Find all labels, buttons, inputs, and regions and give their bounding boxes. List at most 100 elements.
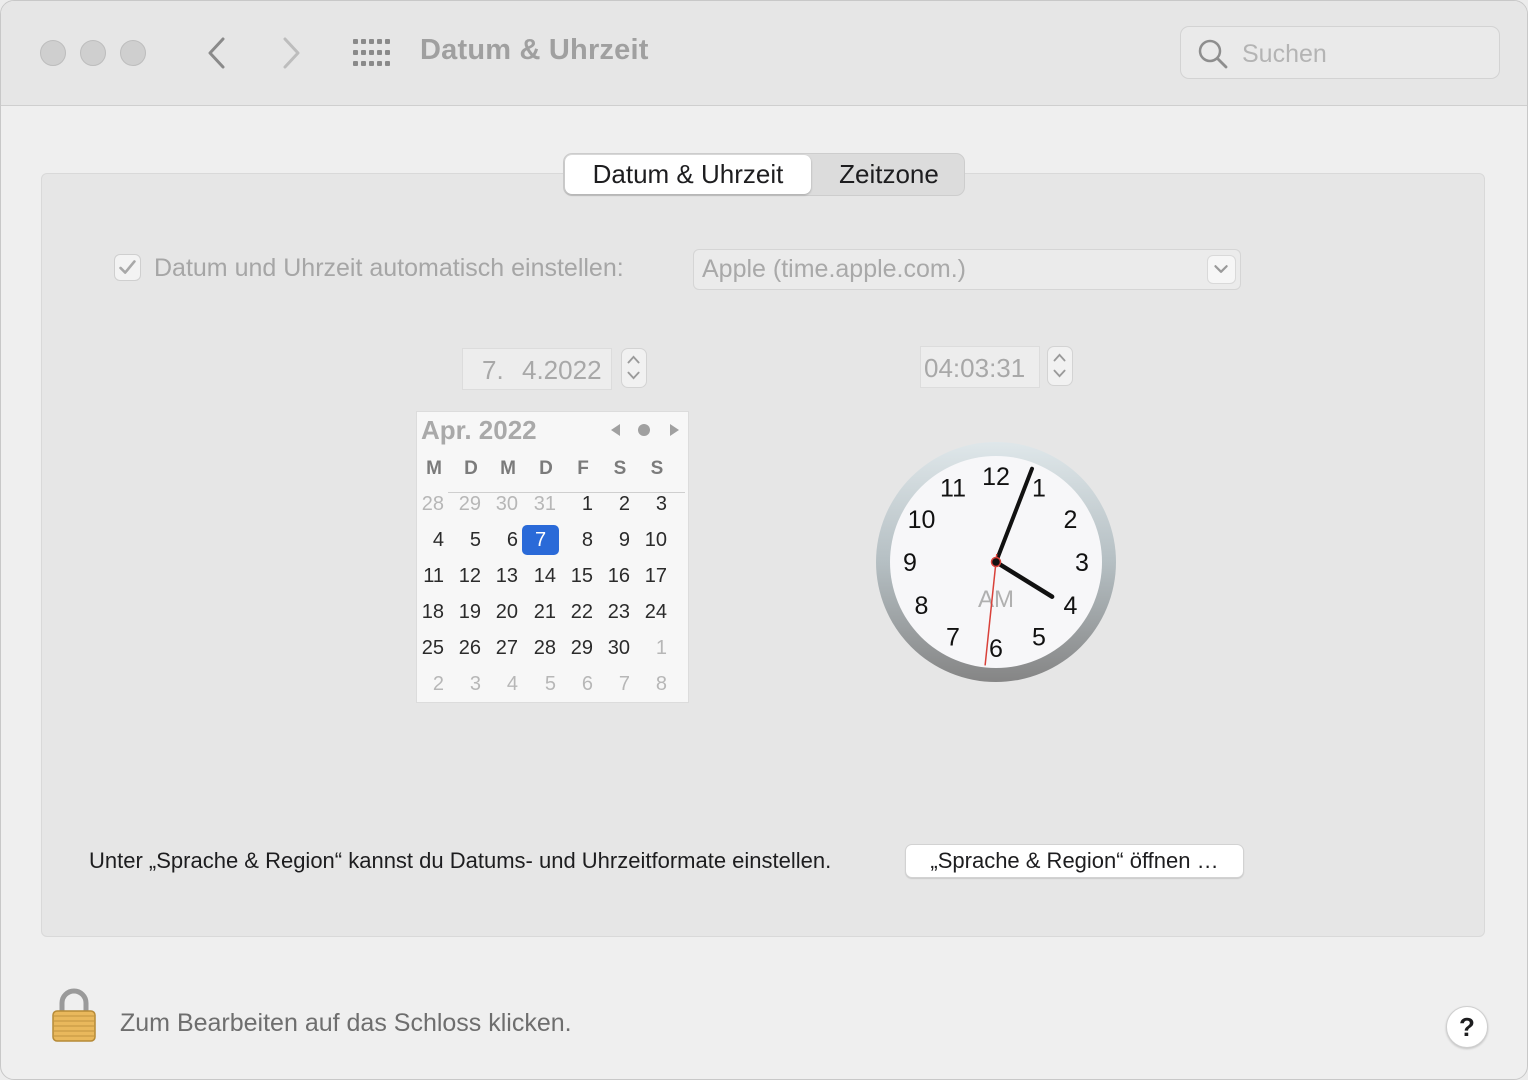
calendar-day[interactable]: 3 [444, 669, 481, 699]
calendar-day[interactable]: 27 [481, 633, 518, 663]
forward-button[interactable] [271, 31, 311, 75]
calendar-day[interactable]: 22 [556, 597, 593, 627]
chevron-left-icon [208, 37, 225, 69]
today-dot-icon[interactable] [635, 422, 653, 438]
calendar-day[interactable]: 5 [519, 669, 556, 699]
minimize-window-button[interactable] [80, 40, 106, 66]
calendar-week-row: 25 26 27 28 29 30 1 [417, 633, 690, 669]
help-button[interactable]: ? [1446, 1006, 1488, 1048]
stepper-arrows-icon [1053, 353, 1066, 378]
title-bar: Datum & Uhrzeit Suchen [1, 1, 1527, 106]
calendar-day[interactable]: 23 [593, 597, 630, 627]
checkmark-icon [119, 260, 136, 274]
auto-time-checkbox[interactable] [114, 254, 141, 281]
tab-bar: Datum & Uhrzeit Zeitzone [563, 153, 965, 196]
calendar-day[interactable]: 18 [407, 597, 444, 627]
calendar-day[interactable]: 29 [444, 489, 481, 519]
show-all-button[interactable] [351, 37, 391, 69]
clock-number: 10 [908, 506, 936, 534]
clock-number: 8 [915, 592, 929, 620]
calendar-day[interactable]: 1 [630, 633, 667, 663]
weekday-header: S [650, 458, 664, 479]
date-day[interactable]: 7. [482, 355, 504, 386]
time-stepper[interactable] [1047, 346, 1073, 386]
tab-time-zone[interactable]: Zeitzone [814, 154, 964, 195]
calendar-day[interactable]: 10 [630, 525, 667, 555]
system-preferences-window: Datum & Uhrzeit Suchen Datum & Uhrzeit Z… [0, 0, 1528, 1080]
tab-date-time[interactable]: Datum & Uhrzeit [565, 155, 811, 194]
lock-icon[interactable] [51, 987, 97, 1043]
calendar-day[interactable]: 4 [407, 525, 444, 555]
back-button[interactable] [197, 31, 237, 75]
calendar-week-row: 4 5 6 7 8 9 10 [417, 525, 690, 561]
clock-number: 3 [1075, 549, 1089, 577]
lock-hint-text: Zum Bearbeiten auf das Schloss klicken. [120, 1009, 572, 1037]
calendar-day[interactable]: 6 [481, 525, 518, 555]
calendar-day-selected[interactable]: 7 [522, 525, 559, 555]
calendar-day[interactable]: 2 [407, 669, 444, 699]
chevron-right-icon [283, 37, 300, 69]
calendar-day[interactable]: 12 [444, 561, 481, 591]
calendar-day[interactable]: 8 [630, 669, 667, 699]
calendar-day[interactable]: 16 [593, 561, 630, 591]
calendar-day[interactable]: 14 [519, 561, 556, 591]
calendar-day[interactable]: 25 [407, 633, 444, 663]
window-title: Datum & Uhrzeit [420, 34, 649, 66]
search-field[interactable]: Suchen [1180, 26, 1500, 79]
calendar-day[interactable]: 6 [556, 669, 593, 699]
weekday-header-row: MDMDFSS [426, 456, 685, 493]
calendar-day[interactable]: 28 [407, 489, 444, 519]
clock-number: 5 [1032, 624, 1046, 652]
clock-number: 12 [982, 463, 1010, 491]
weekday-header: D [539, 458, 553, 479]
chevron-down-icon [1207, 255, 1236, 284]
weekday-header: F [577, 458, 589, 479]
calendar-day[interactable]: 29 [556, 633, 593, 663]
calendar-day[interactable]: 28 [519, 633, 556, 663]
calendar-day[interactable]: 2 [593, 489, 630, 519]
clock-number: 1 [1032, 475, 1046, 503]
calendar-day[interactable]: 20 [481, 597, 518, 627]
calendar-day[interactable]: 15 [556, 561, 593, 591]
calendar-day[interactable]: 17 [630, 561, 667, 591]
previous-month-icon[interactable] [607, 422, 625, 438]
calendar-day[interactable]: 21 [519, 597, 556, 627]
clock-number: 11 [940, 475, 966, 503]
search-placeholder: Suchen [1242, 40, 1327, 68]
calendar-day[interactable]: 24 [630, 597, 667, 627]
calendar-week-row: 18 19 20 21 22 23 24 [417, 597, 690, 633]
calendar-day[interactable]: 30 [481, 489, 518, 519]
calendar-day[interactable]: 7 [593, 669, 630, 699]
calendar-day[interactable]: 1 [556, 489, 593, 519]
calendar-day[interactable]: 8 [556, 525, 593, 555]
weekday-header: S [613, 458, 627, 479]
date-stepper[interactable] [621, 348, 647, 388]
calendar-day[interactable]: 11 [407, 561, 444, 591]
clock-number: 6 [989, 635, 1003, 663]
zoom-window-button[interactable] [120, 40, 146, 66]
calendar-day[interactable]: 5 [444, 525, 481, 555]
calendar-day[interactable]: 4 [481, 669, 518, 699]
time-value[interactable]: 04:03:31 [924, 353, 1025, 384]
calendar-day[interactable]: 9 [593, 525, 630, 555]
open-language-region-button[interactable]: „Sprache & Region“ öffnen … [905, 844, 1244, 878]
clock-number: 9 [903, 549, 917, 577]
clock-number: 7 [946, 624, 960, 652]
calendar-day[interactable]: 19 [444, 597, 481, 627]
search-icon [1198, 39, 1228, 69]
close-window-button[interactable] [40, 40, 66, 66]
clock-number: 4 [1064, 592, 1078, 620]
calendar-day[interactable]: 31 [519, 489, 556, 519]
next-month-icon[interactable] [665, 422, 683, 438]
time-field[interactable]: 04:03:31 [920, 346, 1040, 388]
calendar-day[interactable]: 30 [593, 633, 630, 663]
calendar: Apr. 2022 MDMDFSS 28 29 30 31 1 2 3 4 5 6 7 8 9 10 11 1… [416, 411, 689, 703]
calendar-day[interactable]: 13 [481, 561, 518, 591]
analog-clock: 12 12 3 45 6 78 9 1011 AM [876, 442, 1116, 682]
calendar-day[interactable]: 26 [444, 633, 481, 663]
calendar-day[interactable]: 3 [630, 489, 667, 519]
date-month-year[interactable]: 4.2022 [522, 355, 602, 386]
grid-icon [353, 39, 390, 66]
date-field[interactable]: 7. 4.2022 [462, 348, 612, 390]
time-server-select[interactable]: Apple (time.apple.com.) [693, 249, 1241, 290]
